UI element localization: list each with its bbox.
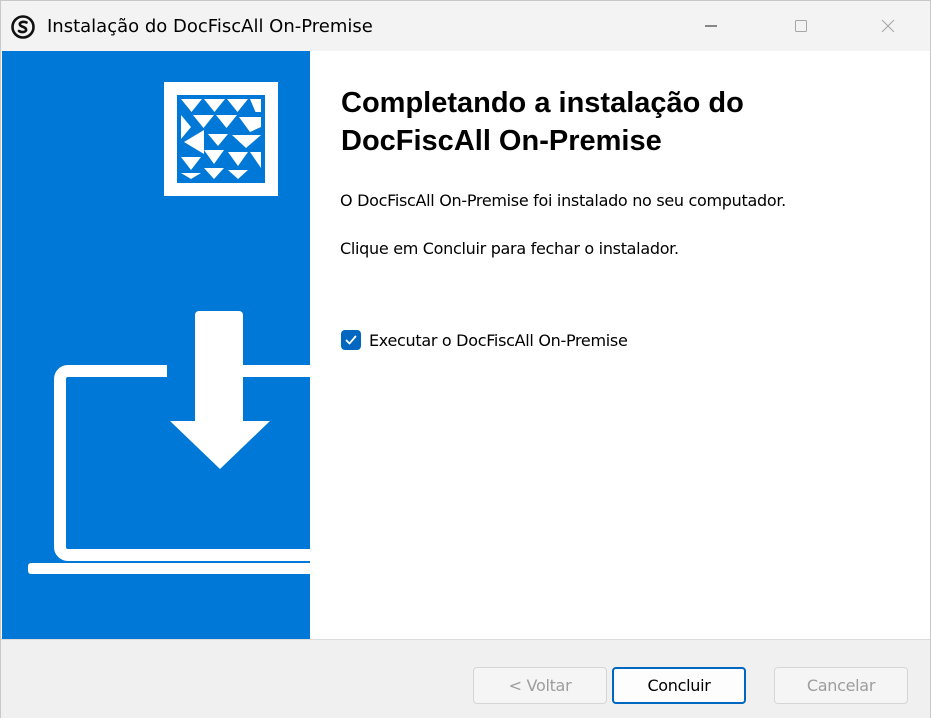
close-instructions: Clique em Concluir para fechar o instala…: [340, 239, 679, 258]
app-icon: [11, 15, 35, 39]
docfiscall-logo-icon: [164, 82, 278, 196]
side-banner: [2, 51, 310, 639]
title-bar[interactable]: Instalação do DocFiscAll On-Premise: [1, 1, 930, 51]
finish-button[interactable]: Concluir: [612, 667, 746, 704]
minimize-button[interactable]: [666, 1, 756, 51]
content-panel: Completando a instalação do DocFiscAll O…: [310, 51, 930, 639]
minimize-icon: [705, 25, 717, 27]
close-icon: [881, 19, 895, 33]
button-bar: < Voltar Concluir Cancelar: [1, 639, 930, 718]
run-app-checkbox[interactable]: [341, 330, 361, 350]
installed-message: O DocFiscAll On-Premise foi instalado no…: [340, 191, 786, 210]
window-title: Instalação do DocFiscAll On-Premise: [47, 16, 373, 37]
maximize-button[interactable]: [756, 1, 846, 51]
run-app-label[interactable]: Executar o DocFiscAll On-Premise: [369, 331, 628, 350]
cancel-button[interactable]: Cancelar: [774, 667, 908, 704]
run-app-option[interactable]: Executar o DocFiscAll On-Premise: [341, 329, 628, 351]
maximize-icon: [795, 20, 807, 32]
page-title: Completando a instalação do DocFiscAll O…: [341, 87, 744, 157]
download-laptop-icon: [28, 311, 310, 574]
checkmark-icon: [345, 335, 357, 345]
close-button[interactable]: [843, 1, 931, 51]
installer-window: Instalação do DocFiscAll On-Premise Comp…: [0, 0, 931, 718]
back-button[interactable]: < Voltar: [473, 667, 607, 704]
